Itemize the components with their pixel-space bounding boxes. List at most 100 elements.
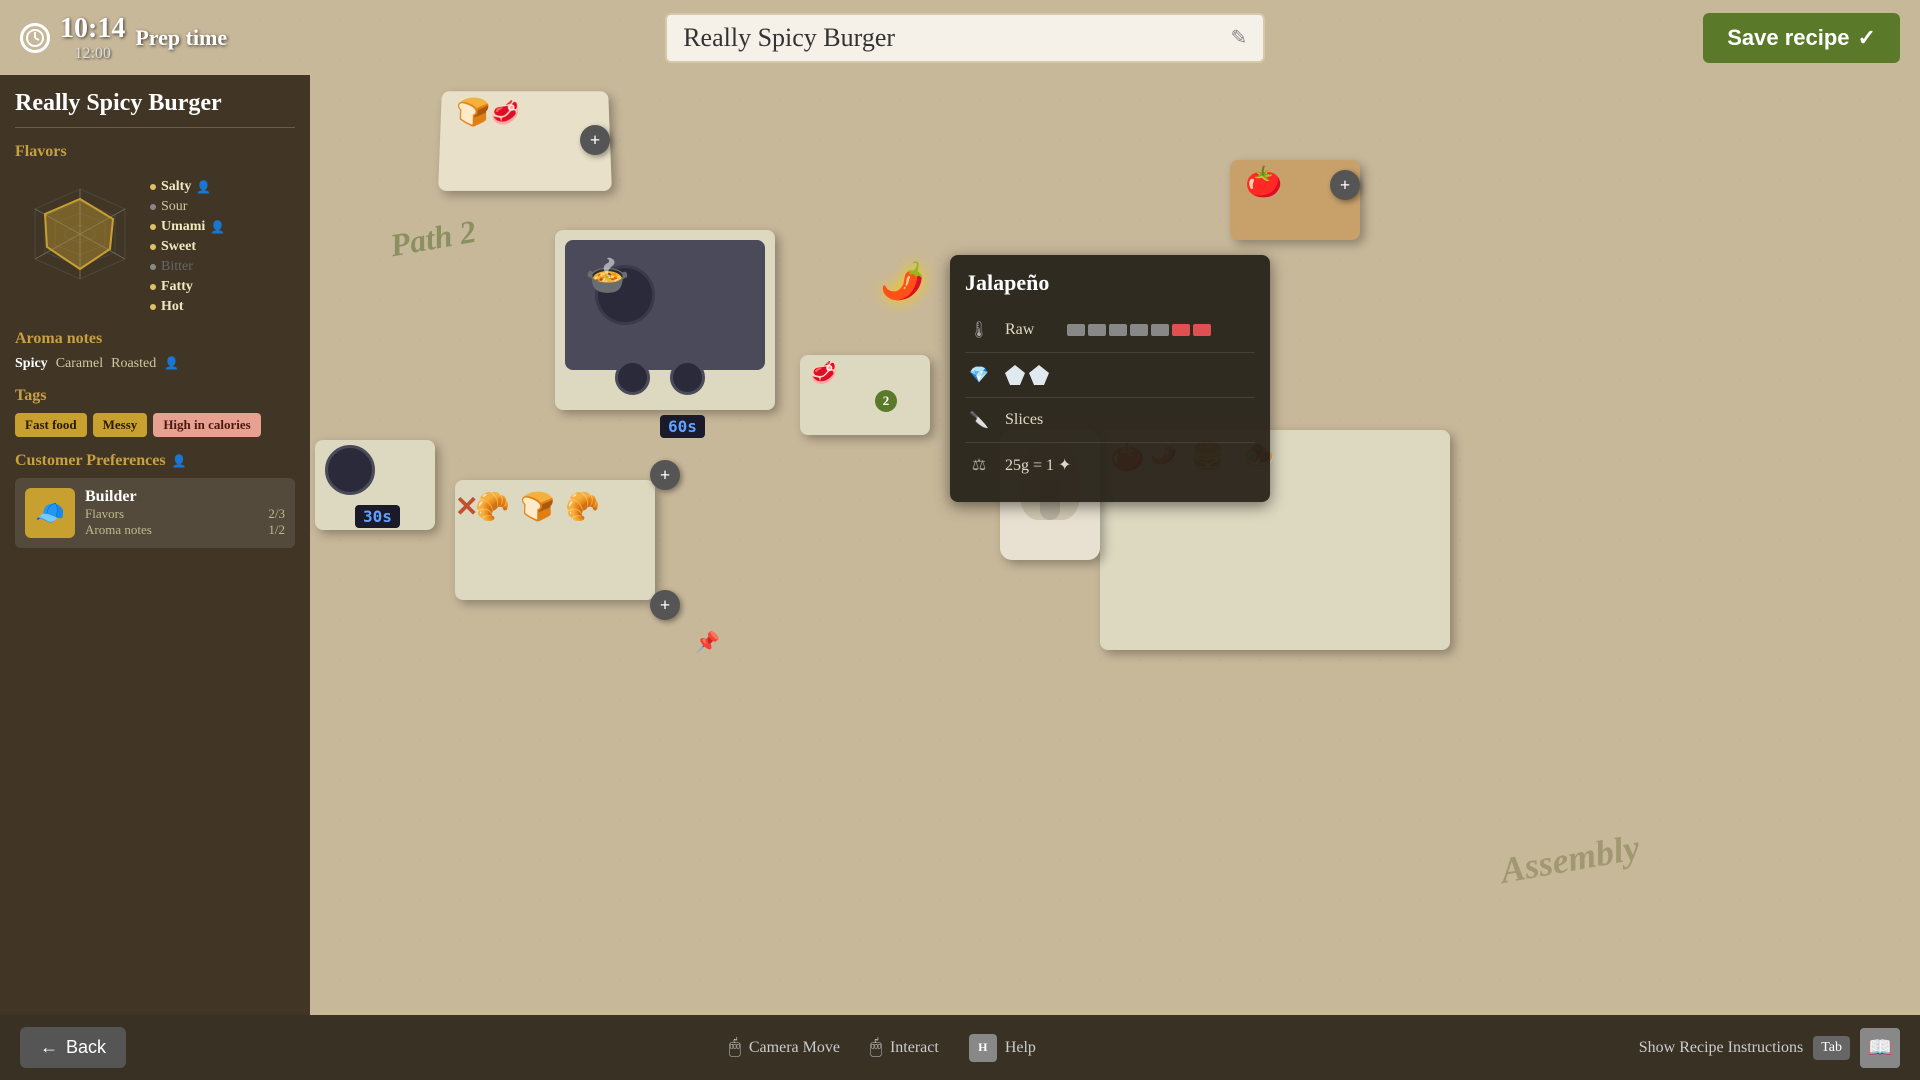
person-aroma: 👤 — [164, 356, 179, 372]
flavor-hot: Hot — [150, 299, 225, 315]
heat-bar — [1067, 324, 1211, 336]
thermometer-icon: 🌡 — [965, 316, 993, 344]
customer-stat-flavors: Flavors 2/3 — [85, 506, 285, 522]
show-recipe-section[interactable]: Show Recipe Instructions Tab 📖 — [1639, 1028, 1900, 1068]
tooltip-raw-row: 🌡 Raw — [965, 308, 1255, 353]
add-btn-bottom[interactable]: + — [650, 460, 680, 490]
flavor-dot-hot — [150, 304, 156, 310]
flavor-umami: Umami 👤 — [150, 219, 225, 235]
total-time: 12:00 — [74, 45, 110, 63]
tooltip-slices-row: 🔪 Slices — [965, 398, 1255, 443]
control-help: H Help — [969, 1034, 1036, 1062]
crystal-icon: 💎 — [965, 361, 993, 389]
add-btn-bottom2[interactable]: + — [650, 590, 680, 620]
recipe-name-bar[interactable]: Really Spicy Burger ✎ — [665, 13, 1265, 63]
timer-60s: 60s — [660, 415, 705, 438]
weight-label: 25g = 1 ✦ — [1005, 455, 1071, 475]
mid-cutting: 🥩 — [800, 355, 930, 435]
recipe-book-icon: 📖 — [1860, 1028, 1900, 1068]
aroma-section: Aroma notes Spicy Caramel Roasted 👤 — [15, 330, 295, 372]
num-badge-2: 2 — [875, 390, 897, 412]
h-key-icon: H — [969, 1034, 997, 1062]
flavor-dot-umami — [150, 224, 156, 230]
customer-stat-aroma: Aroma notes 1/2 — [85, 522, 285, 538]
bottom-prep: 🥐 🍞 🥐 — [455, 480, 655, 600]
heat-seg-6 — [1172, 324, 1190, 336]
flavor-salty-label: Salty — [161, 179, 191, 195]
heat-seg-2 — [1088, 324, 1106, 336]
heat-seg-3 — [1109, 324, 1127, 336]
left-panel: Really Spicy Burger Flavors — [0, 75, 310, 1015]
flavor-fatty-label: Fatty — [161, 279, 193, 295]
person-customer: 👤 — [172, 454, 187, 469]
add-btn-top-left[interactable]: + — [580, 125, 610, 155]
flavor-chart-area: Salty 👤 Sour Umami 👤 Sweet — [15, 169, 295, 315]
recipe-name-text: Really Spicy Burger — [683, 23, 1220, 53]
flavor-umami-label: Umami — [161, 219, 205, 235]
tags-label: Tags — [15, 387, 295, 405]
aroma-items: Spicy Caramel Roasted 👤 — [15, 356, 295, 372]
bottom-bar: ← Back 🖱 Camera Move 🖱 Interact H Help S… — [0, 1015, 1920, 1080]
heat-seg-4 — [1130, 324, 1148, 336]
camera-move-label: Camera Move — [749, 1039, 840, 1057]
flavors-section: Flavors — [15, 143, 295, 315]
slices-label: Slices — [1005, 411, 1043, 429]
control-interact: 🖱 Interact — [870, 1036, 939, 1059]
top-bar: 10:14 12:00 Prep time Really Spicy Burge… — [0, 0, 1920, 75]
prep-time-label: Prep time — [135, 25, 227, 51]
tooltip-title: Jalapeño — [965, 270, 1255, 296]
aroma-spicy: Spicy — [15, 356, 48, 372]
stat-aroma-value: 1/2 — [268, 522, 285, 538]
customer-avatar: 🧢 — [25, 488, 75, 538]
control-camera: 🖱 Camera Move — [729, 1036, 840, 1059]
weight-icon: ⚖ — [965, 451, 993, 479]
tab-key: Tab — [1813, 1036, 1850, 1060]
person-umami: 👤 — [210, 220, 225, 235]
clock-icon — [20, 23, 50, 53]
tooltip-weight-row: ⚖ 25g = 1 ✦ — [965, 443, 1255, 487]
back-button[interactable]: ← Back — [20, 1027, 126, 1068]
flavor-dot-sweet — [150, 244, 156, 250]
person-salty: 👤 — [196, 180, 211, 195]
tooltip-crystals-row: 💎 — [965, 353, 1255, 398]
mouse-interact-icon: 🖱 — [870, 1036, 882, 1059]
radar-chart — [15, 169, 145, 299]
flavor-dot-fatty — [150, 284, 156, 290]
show-recipe-label: Show Recipe Instructions — [1639, 1039, 1803, 1057]
flavor-hot-label: Hot — [161, 299, 184, 315]
flavor-dot-sour — [150, 204, 156, 210]
save-recipe-label: Save recipe — [1727, 25, 1849, 51]
back-arrow-icon: ← — [40, 1037, 58, 1058]
mouse-camera-icon: 🖱 — [729, 1036, 741, 1059]
interact-label: Interact — [890, 1039, 939, 1057]
heat-seg-7 — [1193, 324, 1211, 336]
flavor-bitter-label: Bitter — [161, 259, 193, 275]
aroma-roasted: Roasted — [111, 356, 156, 372]
flavor-dot-salty — [150, 184, 156, 190]
customer-info: Builder Flavors 2/3 Aroma notes 1/2 — [85, 488, 285, 538]
time-section: 10:14 12:00 Prep time — [20, 13, 227, 63]
add-btn-top-right[interactable]: + — [1330, 170, 1360, 200]
pin-bottom: 📌 — [695, 630, 720, 655]
checkmark-icon: ✓ — [1858, 25, 1876, 51]
customer-pref-label: Customer Preferences — [15, 452, 166, 470]
current-time: 10:14 — [60, 13, 125, 45]
controls-section: 🖱 Camera Move 🖱 Interact H Help — [729, 1034, 1036, 1062]
tag-high-calories: High in calories — [153, 413, 260, 437]
save-recipe-button[interactable]: Save recipe ✓ — [1703, 13, 1900, 63]
flavor-dot-bitter — [150, 264, 156, 270]
flavor-sweet-label: Sweet — [161, 239, 196, 255]
customer-label: Customer Preferences 👤 — [15, 452, 295, 470]
back-label: Back — [66, 1037, 106, 1058]
tag-messy: Messy — [93, 413, 148, 437]
edit-icon[interactable]: ✎ — [1230, 25, 1247, 50]
flavors-label: Flavors — [15, 143, 295, 161]
help-label: Help — [1005, 1039, 1036, 1057]
stat-flavors-label: Flavors — [85, 506, 124, 522]
flavor-salty: Salty 👤 — [150, 179, 225, 195]
flavor-bitter: Bitter — [150, 259, 225, 275]
knife-icon: 🔪 — [965, 406, 993, 434]
time-display: 10:14 12:00 — [60, 13, 125, 63]
jalapeno-area[interactable]: 🌶️ — [880, 260, 925, 302]
customer-name: Builder — [85, 488, 285, 506]
